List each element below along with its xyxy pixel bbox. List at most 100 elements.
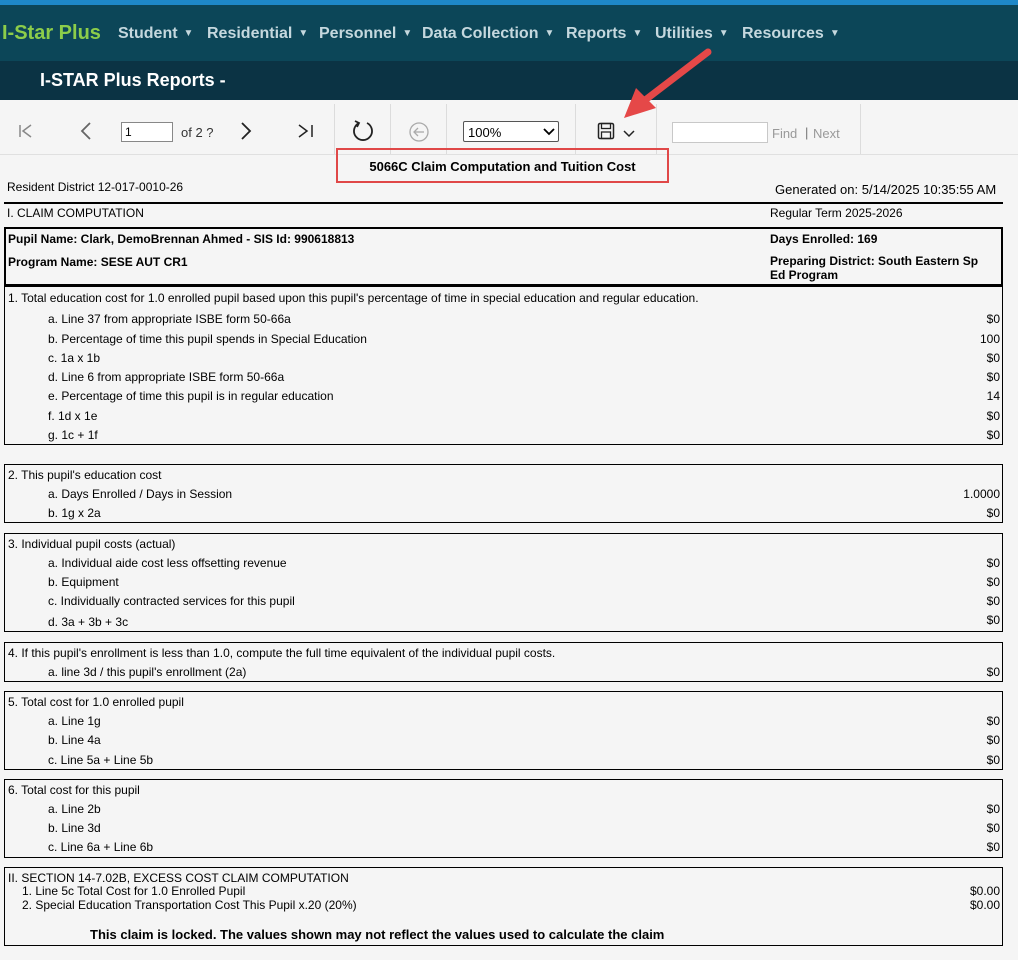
line-value: $0 bbox=[986, 556, 1000, 570]
export-dropdown-chevron-icon[interactable] bbox=[623, 130, 635, 138]
line-value: $0 bbox=[986, 428, 1000, 442]
line-label: d. 3a + 3b + 3c bbox=[48, 615, 129, 629]
menu-label: Utilities bbox=[655, 25, 713, 42]
zoom-select[interactable]: 100% bbox=[463, 121, 559, 142]
line-value: $0 bbox=[986, 351, 1000, 365]
line-label: c. Line 5a + Line 5b bbox=[48, 753, 154, 767]
save-icon[interactable] bbox=[597, 122, 615, 140]
section-ii-heading: II. SECTION 14-7.02B, EXCESS COST CLAIM … bbox=[8, 871, 349, 885]
section-1-heading: 1. Total education cost for 1.0 enrolled… bbox=[8, 291, 699, 305]
report-title: 5066C Claim Computation and Tuition Cost bbox=[369, 159, 636, 174]
find-next-button[interactable]: Next bbox=[813, 126, 840, 141]
menu-resources[interactable]: Resources ▼ bbox=[742, 25, 840, 43]
toolbar-separator bbox=[390, 104, 391, 154]
line-value: $0 bbox=[986, 613, 1000, 627]
caret-down-icon: ▼ bbox=[544, 28, 555, 39]
line-value: $0 bbox=[986, 714, 1000, 728]
line-label: c. 1a x 1b bbox=[48, 351, 101, 365]
find-button[interactable]: Find bbox=[772, 126, 797, 141]
divider bbox=[4, 202, 1003, 204]
back-icon[interactable] bbox=[408, 121, 430, 143]
section-6-heading: 6. Total cost for this pupil bbox=[8, 783, 140, 797]
preparing-district-cont: Ed Program bbox=[770, 268, 839, 282]
page-count-label: of 2 ? bbox=[181, 125, 214, 140]
first-page-icon[interactable] bbox=[18, 123, 34, 139]
line-label: b. Line 3d bbox=[48, 821, 101, 835]
line-label: b. Percentage of time this pupil spends … bbox=[48, 332, 367, 346]
line-label: a. Individual aide cost less offsetting … bbox=[48, 556, 287, 570]
menu-personnel[interactable]: Personnel ▼ bbox=[319, 25, 412, 43]
brand-logo[interactable]: I-Star Plus bbox=[2, 22, 101, 45]
caret-down-icon: ▼ bbox=[298, 28, 309, 39]
menu-utilities[interactable]: Utilities ▼ bbox=[655, 25, 729, 43]
section-1-box: 1. Total education cost for 1.0 enrolled… bbox=[4, 286, 1003, 445]
section-2-heading: 2. This pupil's education cost bbox=[8, 468, 162, 482]
line-label: 2. Special Education Transportation Cost… bbox=[22, 898, 357, 912]
line-label: c. Line 6a + Line 6b bbox=[48, 840, 154, 854]
section-4-box: 4. If this pupil's enrollment is less th… bbox=[4, 642, 1003, 682]
pupil-info-box: Pupil Name: Clark, DemoBrennan Ahmed - S… bbox=[4, 227, 1003, 286]
chevron-down-icon bbox=[543, 128, 555, 136]
line-label: c. Individually contracted services for … bbox=[48, 594, 295, 608]
section-heading-claim-computation: I. CLAIM COMPUTATION bbox=[7, 206, 144, 220]
line-label: b. Equipment bbox=[48, 575, 119, 589]
line-value: $0 bbox=[986, 506, 1000, 520]
days-enrolled: Days Enrolled: 169 bbox=[770, 232, 878, 246]
resident-district: Resident District 12-017-0010-26 bbox=[7, 180, 184, 194]
line-label: a. Line 1g bbox=[48, 714, 101, 728]
menu-label: Reports bbox=[566, 25, 627, 42]
menu-label: Resources bbox=[742, 25, 824, 42]
find-separator: | bbox=[805, 125, 809, 140]
line-value: $0 bbox=[986, 575, 1000, 589]
page-title-bar: I-STAR Plus Reports - bbox=[0, 61, 1018, 100]
section-5-box: 5. Total cost for 1.0 enrolled pupil a. … bbox=[4, 691, 1003, 770]
annotation-arrow-icon bbox=[624, 48, 712, 118]
menu-reports[interactable]: Reports ▼ bbox=[566, 25, 642, 43]
generated-on: Generated on: 5/14/2025 10:35:55 AM bbox=[775, 182, 997, 197]
line-value: $0 bbox=[986, 753, 1000, 767]
next-page-icon[interactable] bbox=[238, 121, 254, 141]
line-value: $0 bbox=[986, 665, 1000, 679]
previous-page-icon[interactable] bbox=[78, 121, 94, 141]
line-label: 1. Line 5c Total Cost for 1.0 Enrolled P… bbox=[22, 884, 246, 898]
refresh-icon[interactable] bbox=[351, 119, 375, 143]
preparing-district: Preparing District: South Eastern Sp bbox=[770, 254, 979, 268]
section-6-box: 6. Total cost for this pupil a. Line 2b … bbox=[4, 779, 1003, 858]
line-label: b. Line 4a bbox=[48, 733, 101, 747]
page-number-input[interactable] bbox=[121, 122, 173, 142]
line-value: $0 bbox=[986, 733, 1000, 747]
line-label: a. Line 2b bbox=[48, 802, 101, 816]
page-title: I-STAR Plus Reports - bbox=[40, 70, 226, 90]
section-ii-box: II. SECTION 14-7.02B, EXCESS COST CLAIM … bbox=[4, 867, 1003, 946]
line-value: 14 bbox=[986, 389, 1000, 403]
line-value: $0 bbox=[986, 370, 1000, 384]
line-label: g. 1c + 1f bbox=[48, 428, 98, 442]
line-label: a. Days Enrolled / Days in Session bbox=[48, 487, 233, 501]
line-value: $0.00 bbox=[969, 898, 1000, 912]
caret-down-icon: ▼ bbox=[718, 28, 729, 39]
line-label: d. Line 6 from appropriate ISBE form 50-… bbox=[48, 370, 285, 384]
main-navbar: I-Star Plus Student ▼ Residential ▼ Person… bbox=[0, 5, 1018, 61]
menu-data-collection[interactable]: Data Collection ▼ bbox=[422, 25, 554, 43]
section-3-heading: 3. Individual pupil costs (actual) bbox=[8, 537, 176, 551]
line-label: e. Percentage of time this pupil is in r… bbox=[48, 389, 334, 403]
menu-student[interactable]: Student ▼ bbox=[118, 25, 193, 43]
toolbar-separator bbox=[575, 104, 576, 154]
menu-label: Data Collection bbox=[422, 25, 539, 42]
toolbar-separator bbox=[446, 104, 447, 154]
zoom-value: 100% bbox=[468, 125, 502, 140]
line-label: b. 1g x 2a bbox=[48, 506, 101, 520]
find-input[interactable] bbox=[672, 122, 768, 143]
last-page-icon[interactable] bbox=[297, 123, 315, 139]
caret-down-icon: ▼ bbox=[829, 28, 840, 39]
caret-down-icon: ▼ bbox=[632, 28, 643, 39]
line-value: $0 bbox=[986, 840, 1000, 854]
toolbar-separator bbox=[860, 104, 861, 154]
line-label: a. line 3d / this pupil's enrollment (2a… bbox=[48, 665, 247, 679]
line-value: $0 bbox=[986, 594, 1000, 608]
menu-label: Student bbox=[118, 25, 178, 42]
menu-residential[interactable]: Residential ▼ bbox=[207, 25, 308, 43]
line-value: 1.0000 bbox=[963, 487, 1000, 501]
line-value: $0 bbox=[986, 312, 1000, 326]
section-4-heading: 4. If this pupil's enrollment is less th… bbox=[8, 646, 556, 660]
